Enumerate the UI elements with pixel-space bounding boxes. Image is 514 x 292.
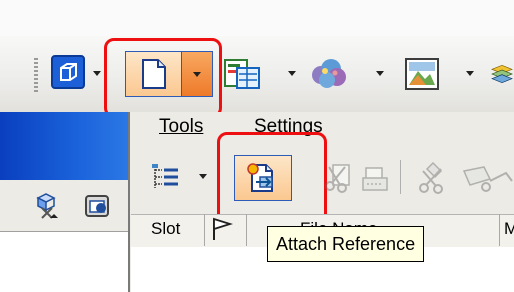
view-settings-icon bbox=[85, 195, 109, 217]
measure-reference-button[interactable] bbox=[460, 160, 514, 196]
flag-icon bbox=[213, 217, 234, 240]
detach-reference-icon bbox=[325, 164, 350, 193]
image-manager-button[interactable] bbox=[402, 54, 442, 94]
toolbar-separator bbox=[400, 160, 401, 194]
raster-cloud-dropdown-arrow[interactable] bbox=[376, 71, 384, 76]
left-tool-button-2[interactable] bbox=[80, 190, 114, 224]
reload-reference-button[interactable] bbox=[360, 164, 390, 194]
view-cube-dropdown-arrow[interactable] bbox=[93, 71, 101, 76]
column-separator-3[interactable] bbox=[499, 214, 500, 246]
left-tool-button-1[interactable] bbox=[30, 190, 64, 224]
measure-icon bbox=[462, 166, 513, 192]
raster-cloud-button[interactable] bbox=[308, 54, 350, 94]
attach-reference-tooltip: Attach Reference bbox=[267, 226, 425, 262]
reload-icon bbox=[362, 167, 388, 191]
view-cube-button[interactable] bbox=[50, 52, 86, 92]
detach-reference-button[interactable] bbox=[322, 162, 354, 194]
column-separator-2[interactable] bbox=[246, 214, 247, 246]
menu-tools[interactable]: Tools bbox=[159, 116, 203, 138]
layers-button[interactable] bbox=[490, 54, 514, 94]
references-icon bbox=[224, 59, 260, 89]
hierarchy-dropdown-arrow[interactable] bbox=[199, 174, 207, 179]
exchange-reference-button[interactable] bbox=[414, 160, 452, 196]
references-dropdown-arrow[interactable] bbox=[288, 71, 296, 76]
highlight-new-document bbox=[104, 38, 222, 118]
column-separator-1[interactable] bbox=[204, 214, 205, 246]
raster-cloud-icon bbox=[312, 59, 346, 88]
references-button[interactable] bbox=[222, 54, 262, 94]
toolbar-grip[interactable] bbox=[34, 58, 38, 94]
select-element-icon bbox=[36, 193, 58, 219]
column-slot[interactable]: Slot bbox=[151, 219, 180, 239]
image-manager-dropdown-arrow[interactable] bbox=[466, 71, 474, 76]
column-flag[interactable] bbox=[210, 216, 244, 244]
view-cube-icon bbox=[51, 55, 85, 89]
hierarchy-list-icon bbox=[152, 164, 178, 188]
exchange-icon bbox=[419, 161, 443, 194]
dialog-border bbox=[128, 112, 130, 292]
top-background bbox=[0, 0, 514, 36]
column-more[interactable]: M bbox=[504, 219, 514, 239]
image-manager-icon bbox=[405, 58, 439, 90]
layers-icon bbox=[491, 64, 513, 84]
hierarchy-list-button[interactable] bbox=[148, 160, 182, 194]
highlight-attach-reference bbox=[217, 132, 327, 226]
left-panel-list[interactable] bbox=[0, 232, 128, 292]
left-panel-title-bar[interactable] bbox=[0, 112, 134, 180]
